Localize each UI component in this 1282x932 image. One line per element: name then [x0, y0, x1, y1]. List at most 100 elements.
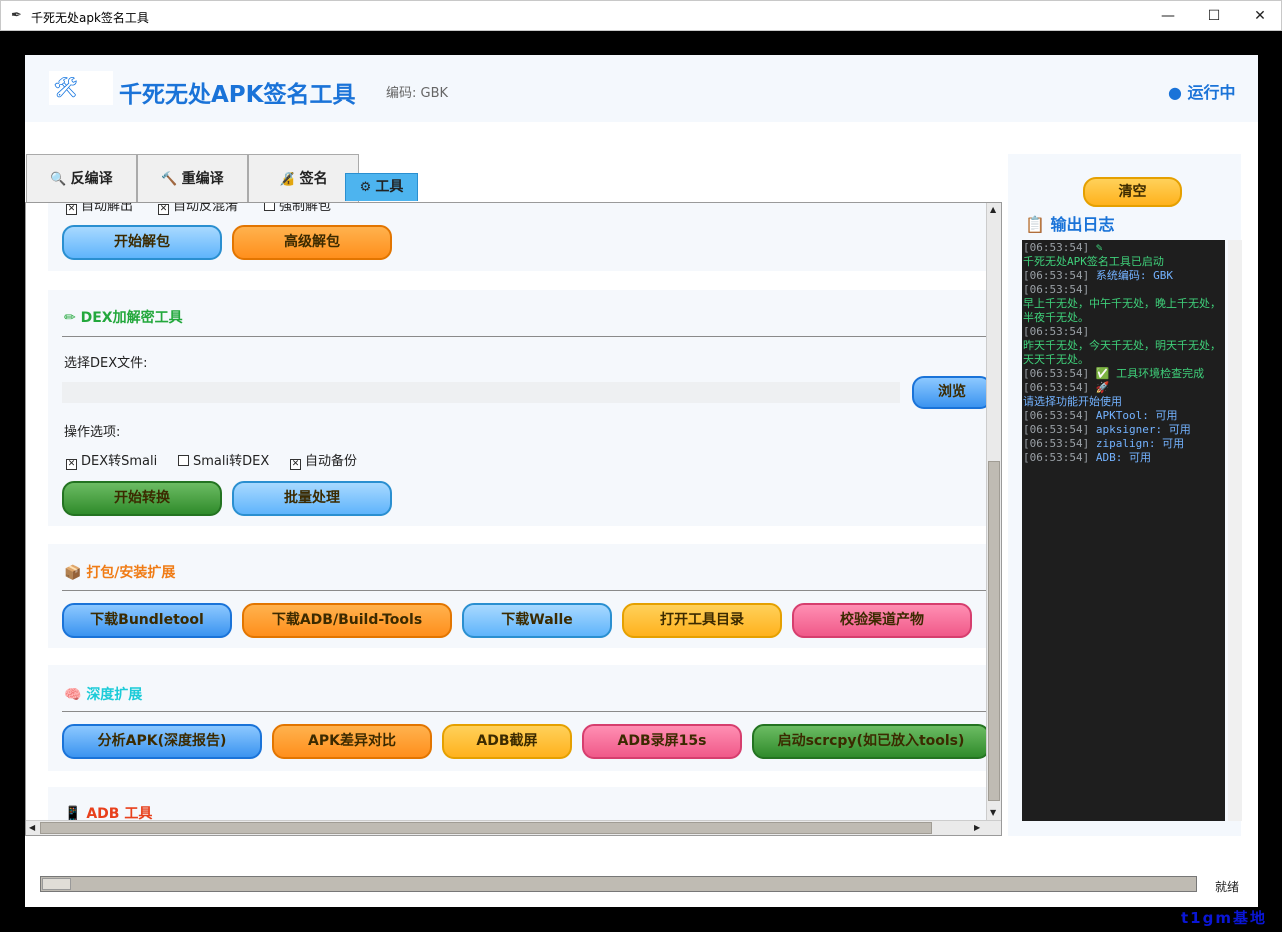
log-timestamp: [06:53:54]	[1023, 423, 1090, 436]
log-message: 🚀	[1089, 381, 1110, 394]
option-auto-backup[interactable]: ✕ 自动备份	[290, 450, 357, 470]
log-message: ✎	[1089, 241, 1103, 254]
log-line: [06:53:54] ✅ 工具环境检查完成	[1023, 367, 1224, 381]
maximize-button[interactable]: ☐	[1191, 1, 1237, 31]
scrollbar-thumb[interactable]	[988, 461, 1000, 801]
tab-label: 签名	[299, 171, 328, 187]
clear-log-button[interactable]: 清空	[1083, 177, 1182, 207]
download-bundletool-button[interactable]: 下载Bundletool	[62, 603, 232, 638]
status-text: 就绪	[1215, 880, 1240, 894]
log-line: 千死无处APK签名工具已启动	[1023, 255, 1224, 269]
option-dex-to-smali[interactable]: ✕ DEX转Smali	[66, 450, 157, 470]
scroll-left-icon[interactable]: ◀	[29, 823, 35, 832]
status-badge: ● 运行中	[1168, 83, 1236, 102]
pencil-icon: ✏	[64, 310, 81, 326]
download-adb-buildtools-button[interactable]: 下载ADB/Build-Tools	[242, 603, 452, 638]
divider	[62, 590, 986, 591]
tab-decompile[interactable]: 🔍 反编译	[26, 154, 137, 202]
log-line: 昨天千无处，今天千无处，明天千无处，天天千无处。	[1023, 339, 1224, 367]
apk-diff-button[interactable]: APK差异对比	[272, 724, 432, 759]
tools-panel: ✕ 自动解出 ✕ 自动反混淆 强制解包 开始解包 高级解包 ✏ DEX加解密工具 选…	[25, 202, 1002, 836]
log-line: [06:53:54] APKTool: 可用	[1023, 409, 1224, 423]
gear-icon: ⚙	[359, 180, 372, 195]
tab-label: 工具	[375, 179, 404, 195]
clipboard-icon: 📋	[1025, 215, 1051, 234]
log-line: [06:53:54] apksigner: 可用	[1023, 423, 1224, 437]
log-line: [06:53:54] 🚀	[1023, 381, 1224, 395]
log-message: ✅ 工具环境检查完成	[1089, 367, 1205, 380]
checkbox[interactable]: ✕	[290, 459, 301, 470]
log-message: 昨天千无处，今天千无处，明天千无处，天天千无处。	[1023, 339, 1221, 366]
close-button[interactable]: ✕	[1237, 1, 1282, 31]
verify-channel-output-button[interactable]: 校验渠道产物	[792, 603, 972, 638]
log-scrollbar[interactable]	[1228, 240, 1242, 821]
log-timestamp: [06:53:54]	[1023, 409, 1090, 422]
section-title: 🧠 深度扩展	[64, 687, 143, 703]
tab-sign[interactable]: 🔏 签名	[248, 154, 359, 202]
tab-recompile[interactable]: 🔨 重编译	[137, 154, 248, 202]
progress-bar	[40, 876, 1197, 892]
log-message: 早上千无处，中午千无处，晚上千无处，半夜千无处。	[1023, 297, 1221, 324]
option-smali-to-dex[interactable]: Smali转DEX	[178, 450, 269, 469]
scroll-down-icon[interactable]: ▼	[990, 808, 996, 817]
log-line: [06:53:54]	[1023, 283, 1224, 297]
logo: 🛠	[49, 71, 113, 105]
start-scrcpy-button[interactable]: 启动scrcpy(如已放入tools)	[752, 724, 990, 759]
log-line: [06:53:54] ADB: 可用	[1023, 451, 1224, 465]
option-auto-extract[interactable]: ✕ 自动解出	[66, 203, 133, 215]
output-panel: 清空 📋 输出日志 [06:53:54] ✎ 千死无处APK签名工具已启动 [06:…	[1008, 154, 1242, 836]
tab-tools[interactable]: ⚙ 工具	[345, 173, 418, 201]
options-label: 操作选项:	[64, 425, 121, 440]
log-message: APKTool: 可用	[1089, 409, 1178, 422]
scrollbar-thumb[interactable]	[40, 822, 932, 834]
scroll-right-icon[interactable]: ▶	[974, 823, 980, 832]
checkbox[interactable]	[178, 455, 189, 466]
start-unpack-button[interactable]: 开始解包	[62, 225, 222, 260]
tab-label: 反编译	[70, 171, 113, 187]
log-message: 请选择功能开始使用	[1023, 395, 1122, 408]
padlock-icon: 🔏	[279, 172, 296, 187]
adb-record-button[interactable]: ADB录屏15s	[582, 724, 742, 759]
minimize-button[interactable]: —	[1145, 1, 1191, 31]
window-title: 千死无处apk签名工具	[31, 11, 149, 25]
log-line: [06:53:54] zipalign: 可用	[1023, 437, 1224, 451]
checkbox[interactable]: ✕	[66, 459, 77, 470]
magnifier-icon: 🔍	[50, 172, 67, 187]
divider	[62, 711, 986, 712]
adb-screenshot-button[interactable]: ADB截屏	[442, 724, 572, 759]
log-title: 📋 输出日志	[1025, 215, 1115, 234]
checkbox[interactable]	[264, 203, 275, 211]
log-timestamp: [06:53:54]	[1023, 325, 1090, 338]
log-line: 请选择功能开始使用	[1023, 395, 1224, 409]
log-output[interactable]: [06:53:54] ✎ 千死无处APK签名工具已启动 [06:53:54] 系统编…	[1022, 240, 1225, 821]
open-tools-folder-button[interactable]: 打开工具目录	[622, 603, 782, 638]
checkbox[interactable]: ✕	[158, 204, 169, 215]
checkbox[interactable]: ✕	[66, 204, 77, 215]
vertical-scrollbar[interactable]: ▲ ▼	[986, 203, 1001, 820]
window-client: 🛠 千死无处APK签名工具 编码: GBK ● 运行中 🔍 反编译 🔨 重编译 🔏 签…	[1, 31, 1281, 931]
advanced-unpack-button[interactable]: 高级解包	[232, 225, 392, 260]
option-force-unpack[interactable]: 强制解包	[264, 203, 331, 214]
option-auto-deobfuscate[interactable]: ✕ 自动反混淆	[158, 203, 238, 215]
start-convert-button[interactable]: 开始转换	[62, 481, 222, 516]
dex-file-input[interactable]	[62, 382, 900, 403]
header-bar: 🛠 千死无处APK签名工具 编码: GBK ● 运行中	[25, 55, 1258, 122]
encoding-label: 编码: GBK	[386, 86, 449, 101]
log-message: apksigner: 可用	[1089, 423, 1191, 436]
log-timestamp: [06:53:54]	[1023, 451, 1090, 464]
horizontal-scrollbar[interactable]: ◀ ▶	[26, 820, 1001, 835]
scroll-up-icon[interactable]: ▲	[990, 205, 996, 214]
window-titlebar: ✒ 千死无处apk签名工具 — ☐ ✕	[0, 0, 1282, 31]
analyze-apk-button[interactable]: 分析APK(深度报告)	[62, 724, 262, 759]
log-timestamp: [06:53:54]	[1023, 381, 1090, 394]
deep-section: 🧠 深度扩展 分析APK(深度报告) APK差异对比 ADB截屏 ADB录屏15…	[48, 665, 990, 771]
status-bar: 就绪	[25, 865, 1258, 907]
log-timestamp: [06:53:54]	[1023, 437, 1090, 450]
batch-process-button[interactable]: 批量处理	[232, 481, 392, 516]
download-walle-button[interactable]: 下载Walle	[462, 603, 612, 638]
hammer-icon: 🔨	[161, 172, 178, 187]
browse-button[interactable]: 浏览	[912, 376, 992, 409]
log-timestamp: [06:53:54]	[1023, 283, 1090, 296]
log-line: [06:53:54] ✎	[1023, 241, 1224, 255]
dex-file-label: 选择DEX文件:	[64, 356, 148, 371]
